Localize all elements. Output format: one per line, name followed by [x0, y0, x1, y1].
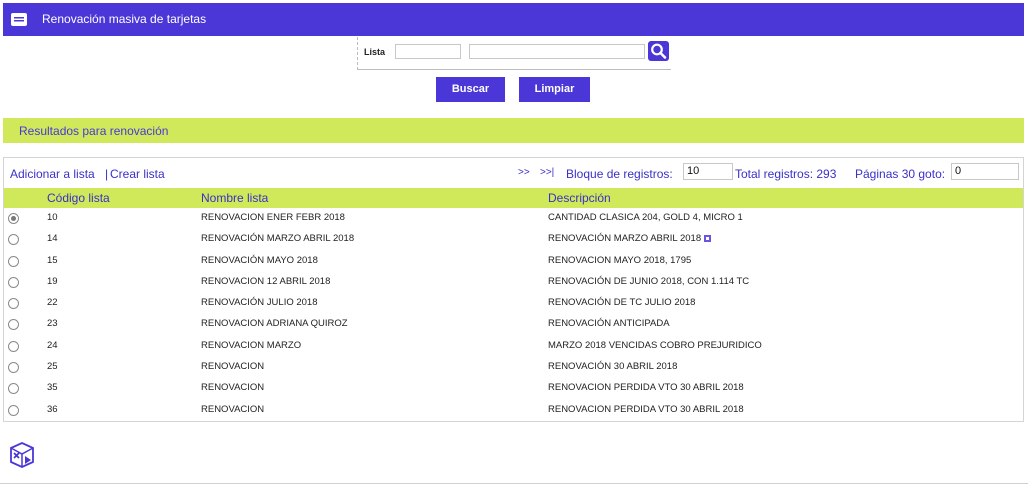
row-name: RENOVACIÓN MAYO 2018 — [201, 254, 318, 266]
plus-icon[interactable] — [704, 235, 712, 243]
toolbar-separator: | — [105, 167, 109, 181]
table-row[interactable]: 24 RENOVACION MARZO MARZO 2018 VENCIDAS … — [4, 337, 1023, 358]
table-row[interactable]: 15 RENOVACIÓN MAYO 2018 RENOVACION MAYO … — [4, 252, 1023, 273]
column-header-code[interactable]: Código lista — [47, 191, 110, 205]
results-panel: Adicionar a lista | Crear lista >> >>| B… — [3, 157, 1024, 422]
results-title: Resultados para renovación — [19, 124, 169, 138]
row-description: MARZO 2018 VENCIDAS COBRO PREJURIDICO — [548, 339, 762, 351]
row-radio[interactable] — [8, 383, 19, 395]
table-row[interactable]: 14 RENOVACIÓN MARZO ABRIL 2018 RENOVACIÓ… — [4, 230, 1023, 251]
row-radio[interactable] — [8, 255, 19, 267]
row-description: RENOVACIÓN DE JUNIO 2018, CON 1.114 TC — [548, 275, 750, 287]
table-row[interactable]: 35 RENOVACION RENOVACION PERDIDA VTO 30 … — [4, 379, 1023, 400]
row-radio[interactable] — [8, 276, 19, 288]
row-description: RENOVACIÓN ANTICIPADA — [548, 318, 670, 330]
total-records-label: Total registros: 293 — [735, 167, 837, 181]
row-radio[interactable] — [8, 298, 19, 310]
file-export-icon[interactable] — [8, 441, 36, 469]
list-name-input[interactable] — [469, 44, 645, 59]
row-description: RENOVACIÓN DE TC JULIO 2018 — [548, 297, 696, 309]
list-code-input[interactable] — [395, 44, 461, 59]
row-description: RENOVACION PERDIDA VTO 30 ABRIL 2018 — [548, 382, 744, 394]
list-label: Lista — [364, 47, 386, 57]
row-name: RENOVACION — [201, 382, 265, 394]
table-row[interactable]: 36 RENOVACION RENOVACION PERDIDA VTO 30 … — [4, 401, 1023, 422]
row-code: 10 — [47, 212, 58, 223]
bottom-divider — [0, 483, 1028, 484]
row-description: RENOVACION PERDIDA VTO 30 ABRIL 2018 — [548, 403, 744, 415]
table-row[interactable]: 19 RENOVACION 12 ABRIL 2018 RENOVACIÓN D… — [4, 273, 1023, 294]
block-size-input[interactable]: 10 — [683, 163, 733, 180]
row-code: 14 — [47, 233, 58, 245]
row-radio[interactable] — [8, 362, 19, 374]
row-name: RENOVACION MARZO — [201, 339, 302, 351]
create-list-link[interactable]: Crear lista — [110, 167, 165, 181]
row-name: RENOVACION ENER FEBR 2018 — [201, 212, 345, 223]
goto-page-input[interactable]: 0 — [951, 163, 1019, 180]
row-radio[interactable] — [8, 340, 19, 352]
row-radio[interactable] — [8, 319, 19, 331]
row-description: RENOVACIÓN MARZO ABRIL 2018 — [548, 233, 702, 245]
table-row[interactable]: 23 RENOVACION ADRIANA QUIROZ RENOVACIÓN … — [4, 315, 1023, 336]
row-name: RENOVACIÓN JULIO 2018 — [201, 297, 318, 309]
card-list-icon — [11, 13, 27, 26]
row-name: RENOVACION ADRIANA QUIROZ — [201, 318, 348, 330]
table-header: Código lista Nombre lista Descripción — [4, 188, 1023, 208]
row-code: 35 — [47, 382, 58, 394]
column-header-name[interactable]: Nombre lista — [201, 191, 268, 205]
results-header: Resultados para renovación — [3, 118, 1024, 143]
table-row[interactable]: 22 RENOVACIÓN JULIO 2018 RENOVACIÓN DE T… — [4, 294, 1023, 315]
results-toolbar: Adicionar a lista | Crear lista >> >>| B… — [4, 158, 1023, 188]
row-name: RENOVACIÓN MARZO ABRIL 2018 — [201, 233, 355, 245]
row-code: 22 — [47, 297, 58, 309]
row-radio[interactable] — [8, 234, 19, 246]
row-code: 24 — [47, 339, 58, 351]
row-radio[interactable] — [8, 404, 19, 416]
page-title: Renovación masiva de tarjetas — [42, 12, 207, 26]
row-code: 36 — [47, 403, 58, 415]
column-header-description[interactable]: Descripción — [548, 191, 611, 205]
row-name: RENOVACION — [201, 361, 265, 373]
row-code: 23 — [47, 318, 58, 330]
search-button[interactable] — [648, 41, 669, 61]
row-name: RENOVACION 12 ABRIL 2018 — [201, 275, 331, 287]
table-row[interactable]: 25 RENOVACION RENOVACIÓN 30 ABRIL 2018 — [4, 358, 1023, 379]
row-code: 19 — [47, 275, 58, 287]
search-panel: Lista — [357, 37, 671, 70]
row-description-wrap: RENOVACIÓN MARZO ABRIL 2018 — [548, 233, 712, 245]
row-code: 15 — [47, 254, 58, 266]
table-row[interactable]: 10 RENOVACION ENER FEBR 2018 CANTIDAD CL… — [4, 209, 1023, 230]
buscar-button[interactable]: Buscar — [436, 77, 505, 102]
pages-goto-label: Páginas 30 goto: — [855, 167, 946, 181]
title-bar: Renovación masiva de tarjetas — [3, 3, 1024, 36]
last-page-link[interactable]: >>| — [540, 167, 554, 178]
row-code: 25 — [47, 361, 58, 373]
row-description: CANTIDAD CLASICA 204, GOLD 4, MICRO 1 — [548, 212, 743, 223]
row-radio[interactable] — [8, 213, 19, 224]
row-description: RENOVACION MAYO 2018, 1795 — [548, 254, 692, 266]
search-icon — [651, 43, 667, 59]
table-body: 10 RENOVACION ENER FEBR 2018 CANTIDAD CL… — [4, 209, 1023, 422]
next-page-link[interactable]: >> — [518, 167, 530, 178]
row-name: RENOVACION — [201, 403, 265, 415]
block-size-label: Bloque de registros: — [566, 167, 673, 181]
row-description: RENOVACIÓN 30 ABRIL 2018 — [548, 361, 678, 373]
add-to-list-link[interactable]: Adicionar a lista — [10, 167, 95, 181]
limpiar-button[interactable]: Limpiar — [519, 77, 590, 102]
